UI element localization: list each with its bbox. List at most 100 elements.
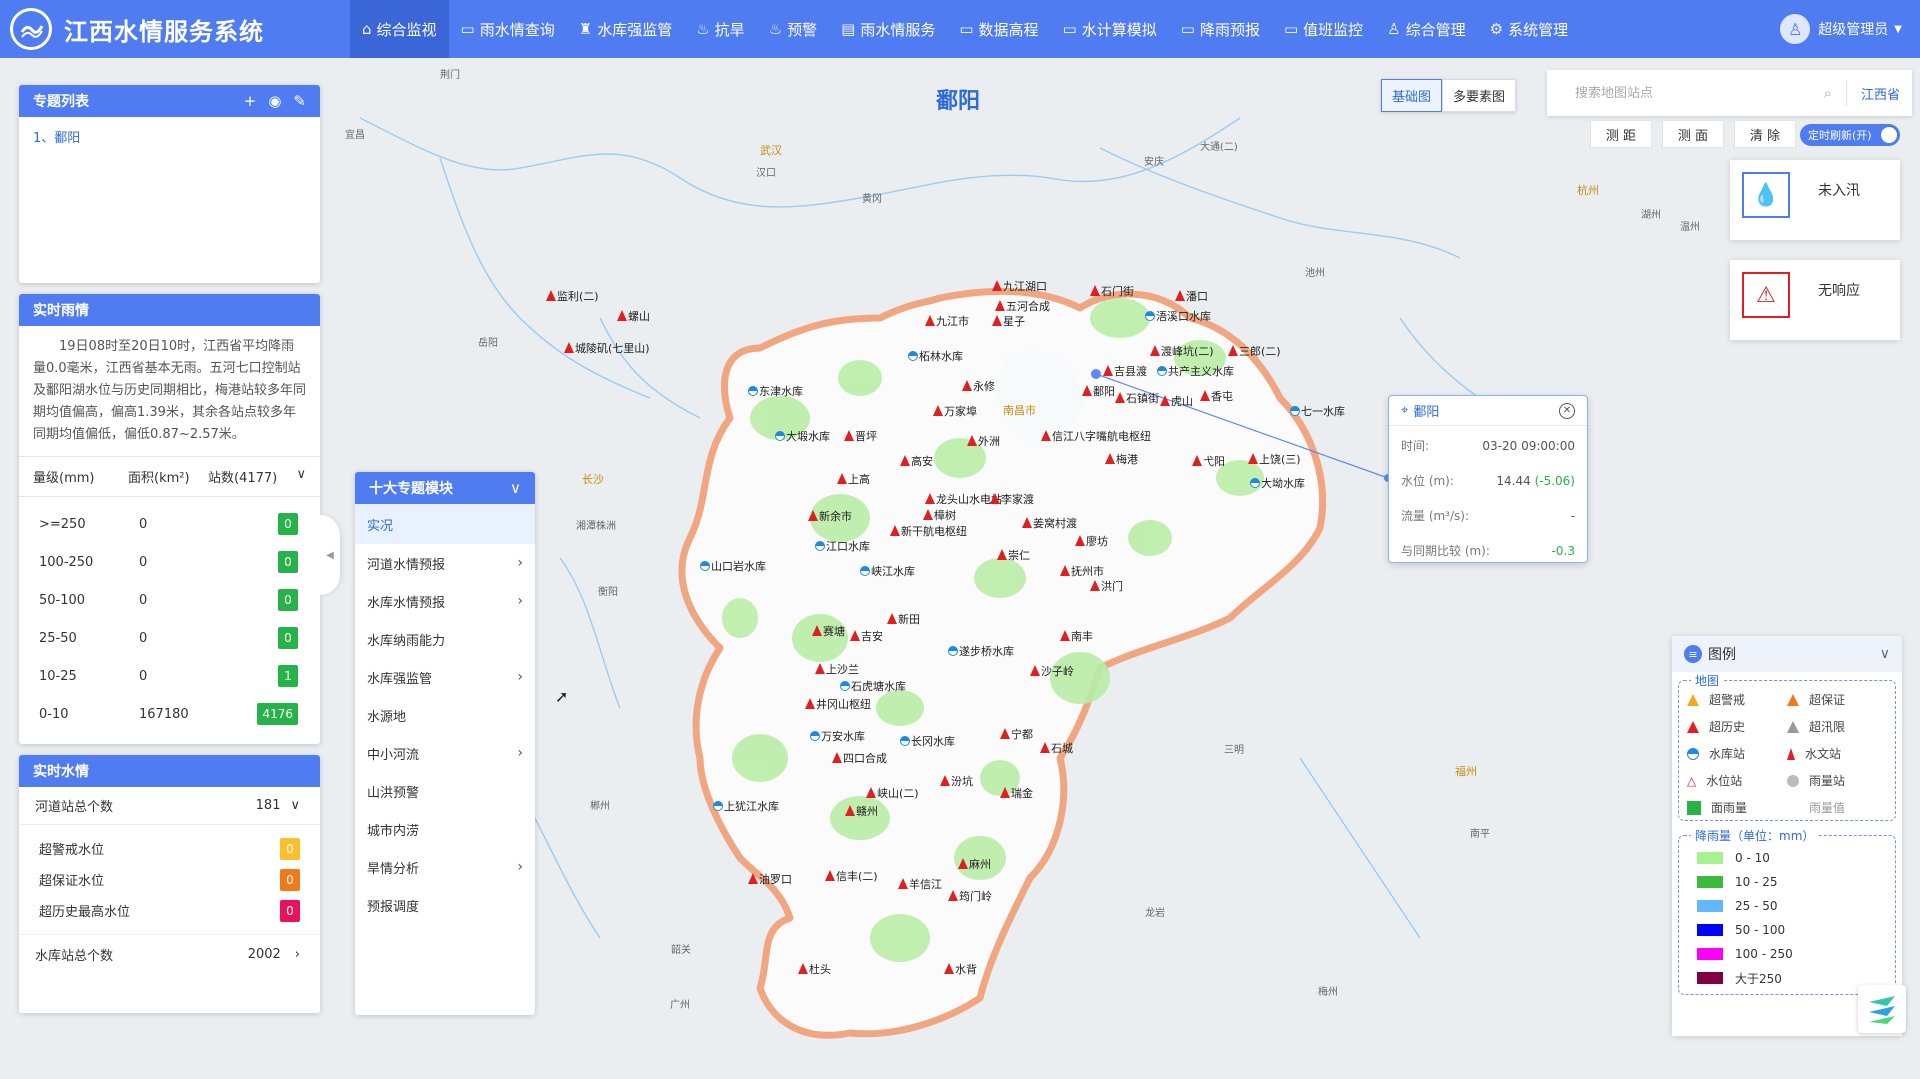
station-marker[interactable]: 浯溪口水库 bbox=[1145, 308, 1211, 324]
nav-item[interactable]: ⌂ 综合监视 bbox=[350, 0, 449, 58]
station-marker[interactable]: 鄱阳 bbox=[1082, 383, 1115, 399]
station-marker[interactable]: 五河合成 bbox=[995, 298, 1050, 314]
station-marker[interactable]: 九江市 bbox=[925, 313, 969, 329]
reservoir-station-count-row[interactable]: 水库站总个数 2002 › bbox=[19, 935, 320, 973]
station-marker[interactable]: 三郎(二) bbox=[1228, 343, 1281, 359]
nav-item[interactable]: ♨ 抗旱 bbox=[684, 0, 756, 58]
rain-table-row[interactable]: 0-10 167180 4176 bbox=[19, 695, 320, 733]
station-marker[interactable]: 杜头 bbox=[798, 961, 831, 977]
nav-item[interactable]: ♨ 预警 bbox=[757, 0, 829, 58]
module-item[interactable]: 旱情分析 › bbox=[355, 848, 535, 886]
emergency-response-card[interactable]: ⚠ 无响应 bbox=[1730, 260, 1900, 340]
station-marker[interactable]: 李家渡 bbox=[990, 491, 1034, 507]
station-marker[interactable]: 七一水库 bbox=[1290, 403, 1345, 419]
rain-table-row[interactable]: 50-100 0 0 bbox=[19, 581, 320, 619]
map-search-input[interactable] bbox=[1575, 85, 1824, 101]
station-marker[interactable]: 南丰 bbox=[1060, 628, 1093, 644]
station-marker[interactable]: 渡峰坑(二) bbox=[1150, 343, 1214, 359]
station-marker[interactable]: 大塅水库 bbox=[775, 428, 830, 444]
station-marker[interactable]: 长冈水库 bbox=[900, 733, 955, 749]
station-marker[interactable]: 峡江水库 bbox=[860, 563, 915, 579]
station-marker[interactable]: 洪门 bbox=[1090, 578, 1123, 594]
rain-table-row[interactable]: 25-50 0 0 bbox=[19, 619, 320, 657]
add-icon[interactable]: + bbox=[244, 92, 257, 110]
station-marker[interactable]: 外洲 bbox=[967, 433, 1000, 449]
station-marker[interactable]: 水背 bbox=[944, 961, 977, 977]
station-marker[interactable]: 姜窝村渡 bbox=[1022, 515, 1077, 531]
water-level-row[interactable]: 超历史最高水位 0 bbox=[19, 895, 320, 926]
station-marker[interactable]: 峡山(二) bbox=[866, 785, 919, 801]
basemap-basic-button[interactable]: 基础图 bbox=[1381, 79, 1443, 112]
station-marker[interactable]: 上饶(三) bbox=[1248, 451, 1301, 467]
water-level-row[interactable]: 超警戒水位 0 bbox=[19, 833, 320, 864]
station-marker[interactable]: 永修 bbox=[962, 378, 995, 394]
module-item[interactable]: 山洪预警 bbox=[355, 772, 535, 810]
rain-table-row[interactable]: 10-25 0 1 bbox=[19, 657, 320, 695]
station-marker[interactable]: 新田 bbox=[887, 611, 920, 627]
nav-item[interactable]: ▭ 雨水情查询 bbox=[449, 0, 567, 58]
station-marker[interactable]: 上高 bbox=[837, 471, 870, 487]
station-marker[interactable]: 香屯 bbox=[1200, 388, 1233, 404]
measure-area-button[interactable]: 测 面 bbox=[1662, 120, 1724, 148]
clear-button[interactable]: 清 除 bbox=[1734, 120, 1796, 148]
module-item[interactable]: 河道水情预报 › bbox=[355, 544, 535, 582]
chevron-down-icon[interactable]: ∨ bbox=[296, 467, 306, 486]
station-marker[interactable]: 麻州 bbox=[958, 856, 991, 872]
legend-header[interactable]: ≡ 图例 ∨ bbox=[1672, 636, 1902, 672]
station-marker[interactable]: 遂步桥水库 bbox=[948, 643, 1014, 659]
rain-table-row[interactable]: >=250 0 0 bbox=[19, 505, 320, 543]
station-marker[interactable]: 大坳水库 bbox=[1250, 475, 1305, 491]
station-marker[interactable]: 廖坊 bbox=[1075, 533, 1108, 549]
station-marker[interactable]: 城陵矶(七里山) bbox=[564, 340, 650, 356]
station-marker[interactable]: 瑞金 bbox=[1000, 785, 1033, 801]
search-icon[interactable]: ⌕ bbox=[1824, 84, 1832, 102]
nav-item[interactable]: ▤ 雨水情服务 bbox=[829, 0, 947, 58]
floating-tool-icon[interactable] bbox=[1858, 985, 1906, 1033]
station-marker[interactable]: 万安水库 bbox=[810, 728, 865, 744]
station-marker[interactable]: 江口水库 bbox=[815, 538, 870, 554]
station-marker[interactable]: 四口合成 bbox=[832, 750, 887, 766]
station-marker[interactable]: 石门街 bbox=[1090, 283, 1134, 299]
station-marker[interactable]: 信江八字嘴航电枢纽 bbox=[1041, 428, 1151, 444]
station-marker[interactable]: 虎山 bbox=[1160, 393, 1193, 409]
nav-item[interactable]: ▭ 值班监控 bbox=[1272, 0, 1375, 58]
module-item[interactable]: 水库强监管 › bbox=[355, 658, 535, 696]
station-marker[interactable]: 弋阳 bbox=[1192, 453, 1225, 469]
user-menu[interactable]: ♙ 超级管理员 ▼ bbox=[1770, 14, 1920, 44]
station-marker[interactable]: 上犹江水库 bbox=[713, 798, 779, 814]
module-item[interactable]: 水源地 bbox=[355, 696, 535, 734]
station-marker[interactable]: 沙子岭 bbox=[1030, 663, 1074, 679]
station-marker[interactable]: 油罗口 bbox=[748, 871, 792, 887]
station-marker[interactable]: 羊信江 bbox=[898, 876, 942, 892]
nav-item[interactable]: ⚙ 系统管理 bbox=[1478, 0, 1580, 58]
module-item[interactable]: 水库纳雨能力 bbox=[355, 620, 535, 658]
station-marker[interactable]: 抚州市 bbox=[1060, 563, 1104, 579]
river-station-count-row[interactable]: 河道站总个数 181 ∨ bbox=[19, 787, 320, 825]
close-icon[interactable]: ✕ bbox=[1559, 402, 1575, 419]
station-marker[interactable]: 监利(二) bbox=[546, 288, 599, 304]
station-marker[interactable]: 新余市 bbox=[808, 508, 852, 524]
region-selector[interactable]: 江西省 bbox=[1861, 84, 1900, 103]
station-marker[interactable]: 石城 bbox=[1040, 740, 1073, 756]
topic-item[interactable]: 1、鄱阳 bbox=[19, 117, 320, 156]
station-marker[interactable]: 上沙兰 bbox=[815, 661, 859, 677]
flood-season-status-card[interactable]: 💧 未入汛 bbox=[1730, 160, 1900, 240]
station-marker[interactable]: 石镇街 bbox=[1115, 390, 1159, 406]
nav-item[interactable]: ▭ 数据高程 bbox=[947, 0, 1050, 58]
station-marker[interactable]: 吉县渡 bbox=[1103, 363, 1147, 379]
station-marker[interactable]: 晋坪 bbox=[844, 428, 877, 444]
nav-item[interactable]: ♜ 水库强监管 bbox=[567, 0, 684, 58]
station-marker[interactable]: 九江湖口 bbox=[992, 278, 1047, 294]
station-marker[interactable]: 汾坑 bbox=[940, 773, 973, 789]
station-marker[interactable]: 高安 bbox=[900, 453, 933, 469]
station-marker[interactable]: 宁都 bbox=[1000, 726, 1033, 742]
module-item[interactable]: 预报调度 bbox=[355, 886, 535, 924]
module-item[interactable]: 水库水情预报 › bbox=[355, 582, 535, 620]
nav-item[interactable]: ♙ 综合管理 bbox=[1375, 0, 1477, 58]
module-item[interactable]: 城市内涝 bbox=[355, 810, 535, 848]
station-marker[interactable]: 吉安 bbox=[850, 628, 883, 644]
station-marker[interactable]: 新干航电枢纽 bbox=[890, 523, 967, 539]
eye-icon[interactable]: ◉ bbox=[268, 92, 281, 110]
rain-table-row[interactable]: 100-250 0 0 bbox=[19, 543, 320, 581]
station-marker[interactable]: 万家埠 bbox=[933, 403, 977, 419]
